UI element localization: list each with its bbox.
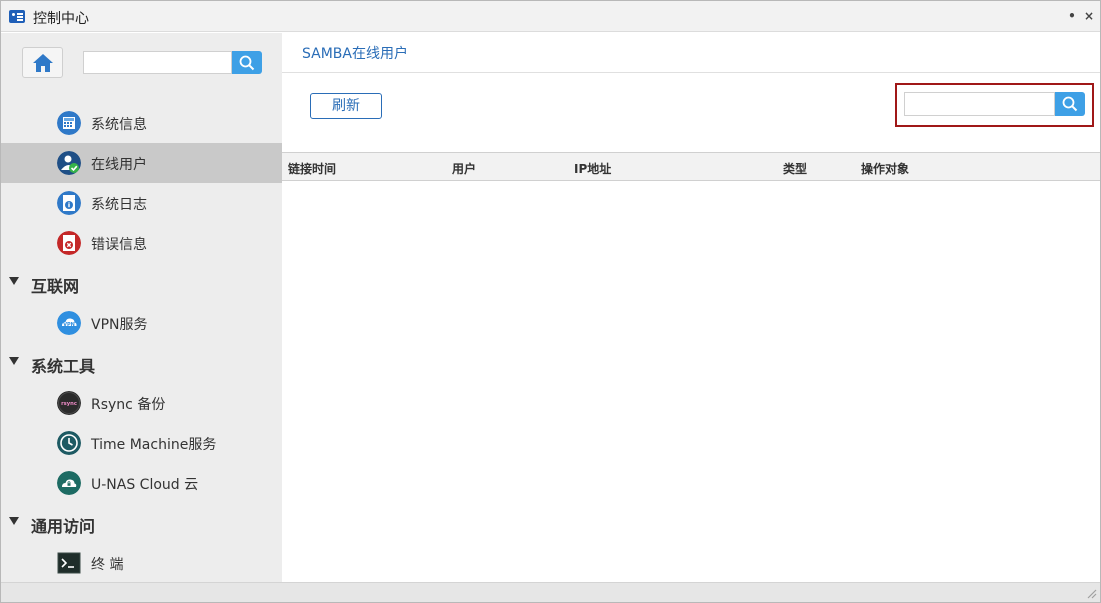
control-center-app-icon [9,10,25,23]
sidebar-item-time-machine[interactable]: Time Machine服务 [1,423,282,463]
home-button[interactable] [22,47,63,78]
sidebar-item-rsync[interactable]: rsync Rsync 备份 [1,383,282,423]
svg-text:VPN: VPN [63,322,75,328]
sidebar-item-u-nas-cloud[interactable]: U-NAS Cloud 云 [1,463,282,503]
sidebar-group-label: 通用访问 [31,517,96,536]
sidebar-item-label: 终 端 [91,557,124,573]
online-users-icon [57,151,81,175]
sidebar-item-label: Time Machine服务 [91,437,217,453]
column-header-ip-address[interactable]: IP地址 [574,160,611,177]
sidebar: 系统信息 在线用户 系统日志 错误信息 互联网 VPN VPN服务 系统工具 r… [1,33,282,582]
sidebar-item-label: VPN服务 [91,317,148,333]
sidebar-search-input[interactable] [83,51,232,74]
sidebar-item-error-info[interactable]: 错误信息 [1,223,282,263]
system-info-icon [57,111,81,135]
terminal-icon [57,552,81,574]
sidebar-item-label: 系统信息 [91,117,147,133]
resize-grip-icon[interactable] [1085,587,1097,599]
time-machine-icon [57,431,81,455]
sidebar-item-label: 系统日志 [91,197,147,213]
column-header-connect-time[interactable]: 链接时间 [288,160,336,177]
collapse-arrow-icon [9,277,19,285]
sidebar-group-system-tools[interactable]: 系统工具 [1,343,282,383]
control-center-window: 控制中心 • × 系统信息 在线用户 系统日志 错误信息 互联网 VPN VPN… [0,0,1101,603]
sidebar-item-label: U-NAS Cloud 云 [91,477,199,493]
error-info-icon [57,231,81,255]
sidebar-item-label: Rsync 备份 [91,397,166,413]
sidebar-item-terminal[interactable]: 终 端 [1,543,282,583]
collapse-arrow-icon [9,357,19,365]
sidebar-item-system-log[interactable]: 系统日志 [1,183,282,223]
online-users-search-input[interactable] [904,92,1055,116]
sidebar-item-system-info[interactable]: 系统信息 [1,103,282,143]
page-title: SAMBA在线用户 [302,46,408,62]
sidebar-item-label: 在线用户 [91,157,147,173]
sidebar-group-label: 互联网 [31,277,80,296]
panel-header: SAMBA在线用户 [282,33,1100,73]
sidebar-item-online-users[interactable]: 在线用户 [1,143,282,183]
home-icon [33,54,53,72]
sidebar-item-vpn[interactable]: VPN VPN服务 [1,303,282,343]
minimize-button[interactable]: • [1064,8,1080,24]
sidebar-item-label: 错误信息 [91,237,147,253]
close-button[interactable]: × [1081,8,1097,24]
refresh-button[interactable]: 刷新 [310,93,382,119]
sidebar-group-internet[interactable]: 互联网 [1,263,282,303]
main-panel: SAMBA在线用户 刷新 链接时间 用户 IP地址 类型 操作对象 [282,33,1100,582]
svg-text:rsync: rsync [61,401,77,407]
online-users-search-button[interactable] [1055,92,1085,116]
column-header-type[interactable]: 类型 [783,160,807,177]
table-header: 链接时间 用户 IP地址 类型 操作对象 [282,152,1100,181]
vpn-icon: VPN [57,311,81,335]
search-icon [1062,96,1078,112]
column-header-user[interactable]: 用户 [452,160,476,177]
column-header-target[interactable]: 操作对象 [861,160,909,177]
status-bar [1,582,1100,602]
sidebar-search-button[interactable] [232,51,262,74]
search-icon [239,55,255,71]
sidebar-group-general-access[interactable]: 通用访问 [1,503,282,543]
title-bar: 控制中心 • × [1,1,1100,32]
collapse-arrow-icon [9,517,19,525]
rsync-icon: rsync [57,391,81,415]
system-log-icon [57,191,81,215]
sidebar-group-label: 系统工具 [31,357,96,376]
window-title: 控制中心 [33,11,89,27]
cloud-icon [57,471,81,495]
